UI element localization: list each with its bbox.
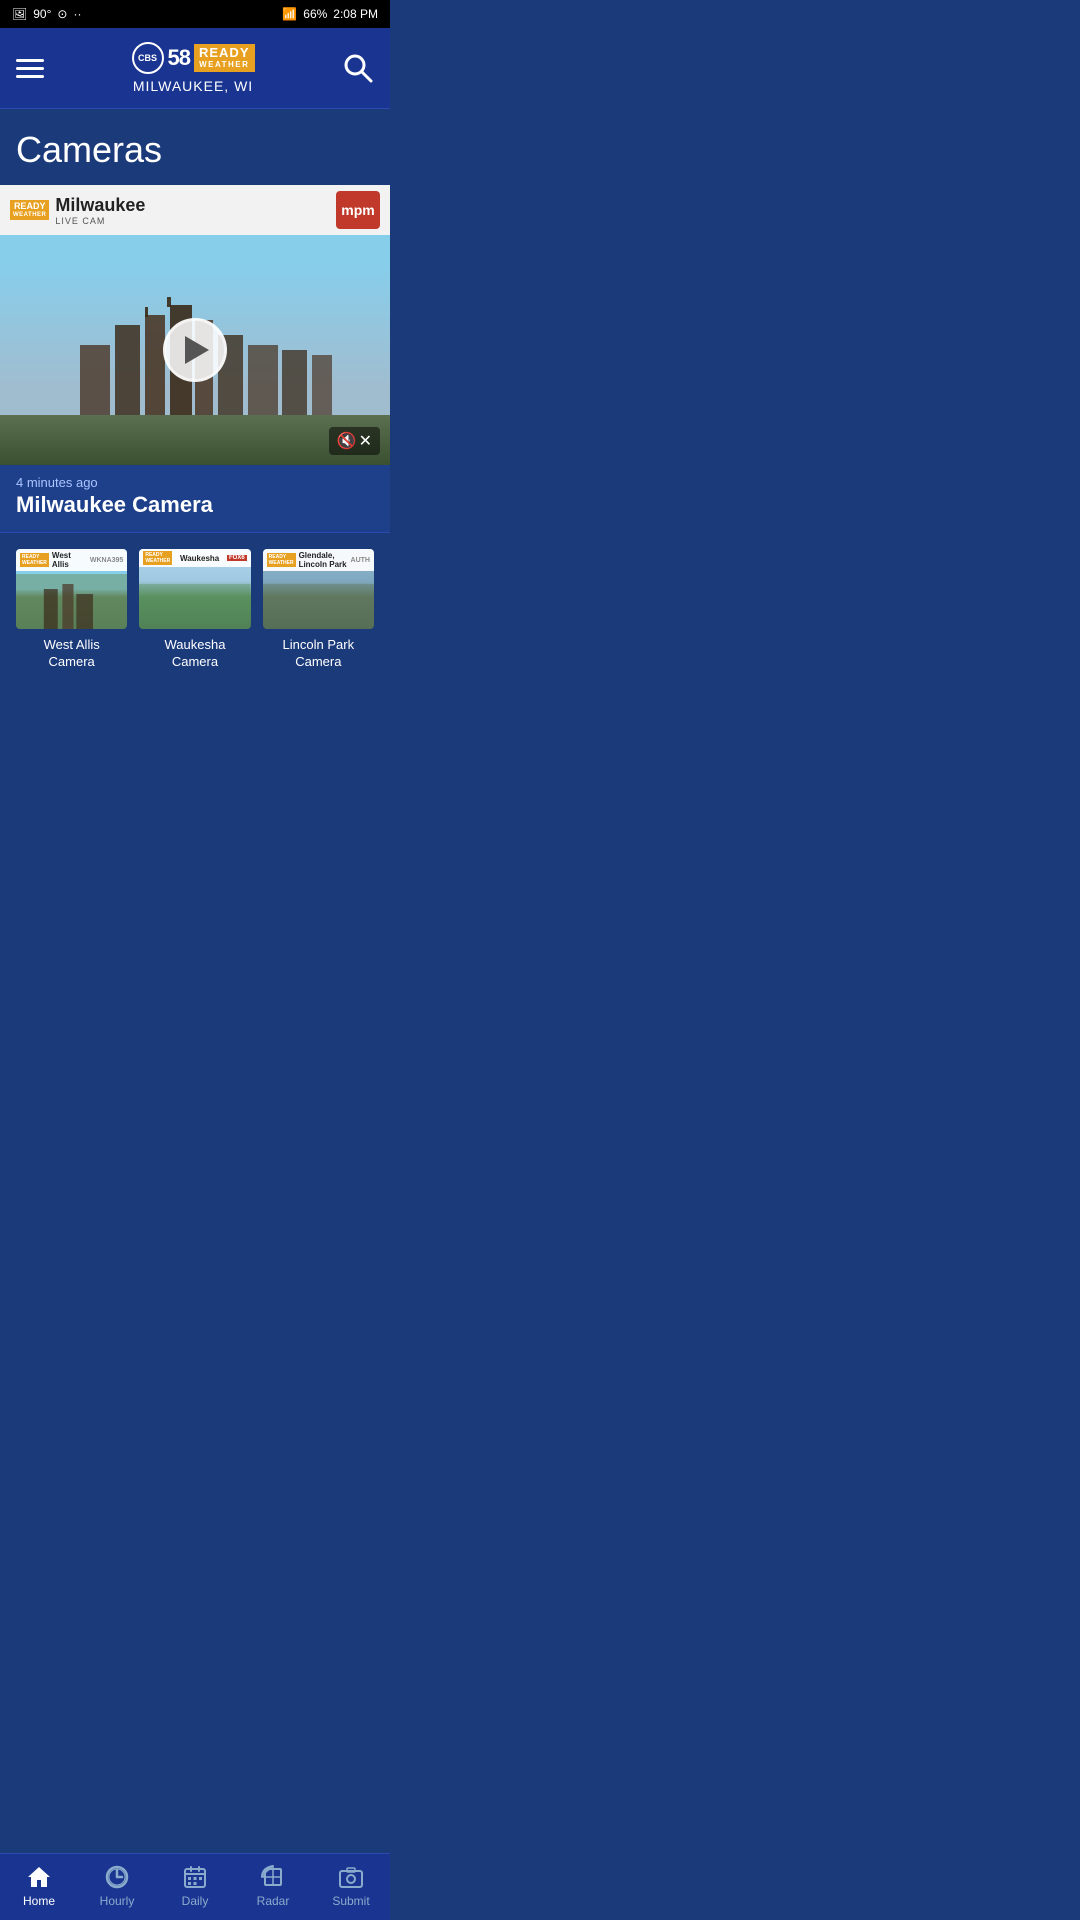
nav-home[interactable]: Home xyxy=(0,1854,78,1920)
radar-icon xyxy=(260,1864,286,1890)
location-display: MILWAUKEE, WI xyxy=(133,78,253,94)
menu-button[interactable] xyxy=(16,59,44,78)
video-frame[interactable]: 🔇 ✕ xyxy=(0,235,390,465)
thumb-overlay-west-allis: READYWEATHER West Allis WKNA395 xyxy=(16,549,127,571)
thumb-rw-badge-lp: READYWEATHER xyxy=(267,553,296,567)
daily-icon xyxy=(182,1864,208,1890)
play-icon xyxy=(185,336,209,364)
photo-icon: 🖼 xyxy=(12,7,27,21)
video-overlay-bar: READY WEATHER Milwaukee LIVE CAM mpm xyxy=(0,185,390,235)
thumb-rw-badge: READYWEATHER xyxy=(20,553,49,567)
nav-submit[interactable]: Submit xyxy=(312,1854,390,1920)
thumb-channel-waukesha: FOX6 xyxy=(227,555,247,561)
thumb-skyline-waukesha xyxy=(139,584,250,629)
camera-title: Milwaukee Camera xyxy=(16,492,374,518)
nav-home-label: Home xyxy=(23,1894,55,1908)
ready-weather-badge: READY WEATHER xyxy=(194,44,255,71)
status-left: 🖼 90° ⊙ ·· xyxy=(12,7,81,21)
nav-hourly[interactable]: Hourly xyxy=(78,1854,156,1920)
status-bar: 🖼 90° ⊙ ·· 📶 66% 2:08 PM xyxy=(0,0,390,28)
thumb-city-lincoln-park: Glendale, Lincoln Park xyxy=(299,551,348,569)
camera-thumb-west-allis[interactable]: READYWEATHER West Allis WKNA395 West All… xyxy=(16,549,127,671)
thumb-img-west-allis: READYWEATHER West Allis WKNA395 xyxy=(16,549,127,629)
thumb-bg-waukesha: READYWEATHER Waukesha FOX6 xyxy=(139,549,250,629)
submit-icon xyxy=(338,1864,364,1890)
thumb-overlay-lincoln-park: READYWEATHER Glendale, Lincoln Park AUTH xyxy=(263,549,374,571)
play-button[interactable] xyxy=(163,318,227,382)
thumb-city-west-allis: West Allis xyxy=(52,551,87,569)
camera-thumb-waukesha[interactable]: READYWEATHER Waukesha FOX6 WaukeshaCamer… xyxy=(139,549,250,671)
thumb-skyline-lincoln-park xyxy=(263,584,374,629)
nav-submit-label: Submit xyxy=(332,1894,369,1908)
ready-label: READY xyxy=(199,46,250,60)
cbs-logo: CBS xyxy=(132,42,164,74)
live-cam-label: LIVE CAM xyxy=(55,216,145,226)
nav-daily-label: Daily xyxy=(182,1894,209,1908)
status-right: 📶 66% 2:08 PM xyxy=(282,7,378,21)
menu-line-2 xyxy=(16,67,44,70)
thumb-channel-lincoln-park: AUTH xyxy=(351,557,370,564)
mpm-logo: mpm xyxy=(336,191,380,229)
wifi-icon: 📶 xyxy=(282,7,297,21)
logo-badge: CBS 58 READY WEATHER xyxy=(132,42,255,74)
home-icon xyxy=(26,1864,52,1890)
page-title-section: Cameras xyxy=(0,109,390,185)
thumb-label-west-allis: West AllisCamera xyxy=(16,637,127,671)
temperature-display: 90° xyxy=(33,7,51,21)
nav-hourly-label: Hourly xyxy=(100,1894,135,1908)
mute-button[interactable]: 🔇 ✕ xyxy=(329,427,380,455)
featured-video: READY WEATHER Milwaukee LIVE CAM mpm xyxy=(0,185,390,465)
search-button[interactable] xyxy=(342,52,374,84)
thumb-img-waukesha: READYWEATHER Waukesha FOX6 xyxy=(139,549,250,629)
menu-line-1 xyxy=(16,59,44,62)
featured-camera-info: 4 minutes ago Milwaukee Camera xyxy=(0,465,390,533)
logo-area: CBS 58 READY WEATHER MILWAUKEE, WI xyxy=(132,42,255,94)
mute-icon: 🔇 xyxy=(337,431,357,451)
weather-label: WEATHER xyxy=(199,61,249,70)
thumb-city-waukesha: Waukesha xyxy=(180,554,219,563)
target-icon: ⊙ xyxy=(57,7,67,21)
bottom-navigation: Home Hourly Daily xyxy=(0,1853,390,1920)
hourly-icon xyxy=(104,1864,130,1890)
thumb-bg-lincoln-park: READYWEATHER Glendale, Lincoln Park AUTH xyxy=(263,549,374,629)
thumb-rw-badge-wk: READYWEATHER xyxy=(143,551,172,565)
time-ago-label: 4 minutes ago xyxy=(16,475,374,490)
rw-weather: WEATHER xyxy=(13,212,46,219)
thumb-skyline-west-allis xyxy=(16,574,127,629)
thumb-brand-west-allis: READYWEATHER xyxy=(20,553,49,567)
bar-city-name: Milwaukee xyxy=(55,195,145,216)
channel-number: 58 xyxy=(168,45,190,71)
dots-icon: ·· xyxy=(73,7,81,21)
thumb-channel-west-allis: WKNA395 xyxy=(90,557,123,564)
rw-ready: READY xyxy=(14,202,46,212)
thumb-img-lincoln-park: READYWEATHER Glendale, Lincoln Park AUTH xyxy=(263,549,374,629)
thumb-brand-waukesha: READYWEATHER xyxy=(143,551,172,565)
battery-display: 66% xyxy=(303,7,327,21)
thumb-overlay-waukesha: READYWEATHER Waukesha FOX6 xyxy=(139,549,250,567)
nav-radar-label: Radar xyxy=(257,1894,290,1908)
thumb-bg-west-allis: READYWEATHER West Allis WKNA395 xyxy=(16,549,127,629)
thumb-label-lincoln-park: Lincoln ParkCamera xyxy=(263,637,374,671)
mute-x: ✕ xyxy=(359,431,372,451)
video-brand: READY WEATHER Milwaukee LIVE CAM xyxy=(10,195,145,226)
page-title: Cameras xyxy=(16,129,374,171)
menu-line-3 xyxy=(16,75,44,78)
camera-thumbnail-grid: READYWEATHER West Allis WKNA395 West All… xyxy=(0,533,390,687)
thumb-label-waukesha: WaukeshaCamera xyxy=(139,637,250,671)
camera-thumb-lincoln-park[interactable]: READYWEATHER Glendale, Lincoln Park AUTH… xyxy=(263,549,374,671)
time-display: 2:08 PM xyxy=(333,7,378,21)
nav-radar[interactable]: Radar xyxy=(234,1854,312,1920)
nav-daily[interactable]: Daily xyxy=(156,1854,234,1920)
app-header: CBS 58 READY WEATHER MILWAUKEE, WI xyxy=(0,28,390,109)
thumb-brand-lincoln-park: READYWEATHER xyxy=(267,553,296,567)
rw-small-badge: READY WEATHER xyxy=(10,200,49,220)
city-live-info: Milwaukee LIVE CAM xyxy=(55,195,145,226)
